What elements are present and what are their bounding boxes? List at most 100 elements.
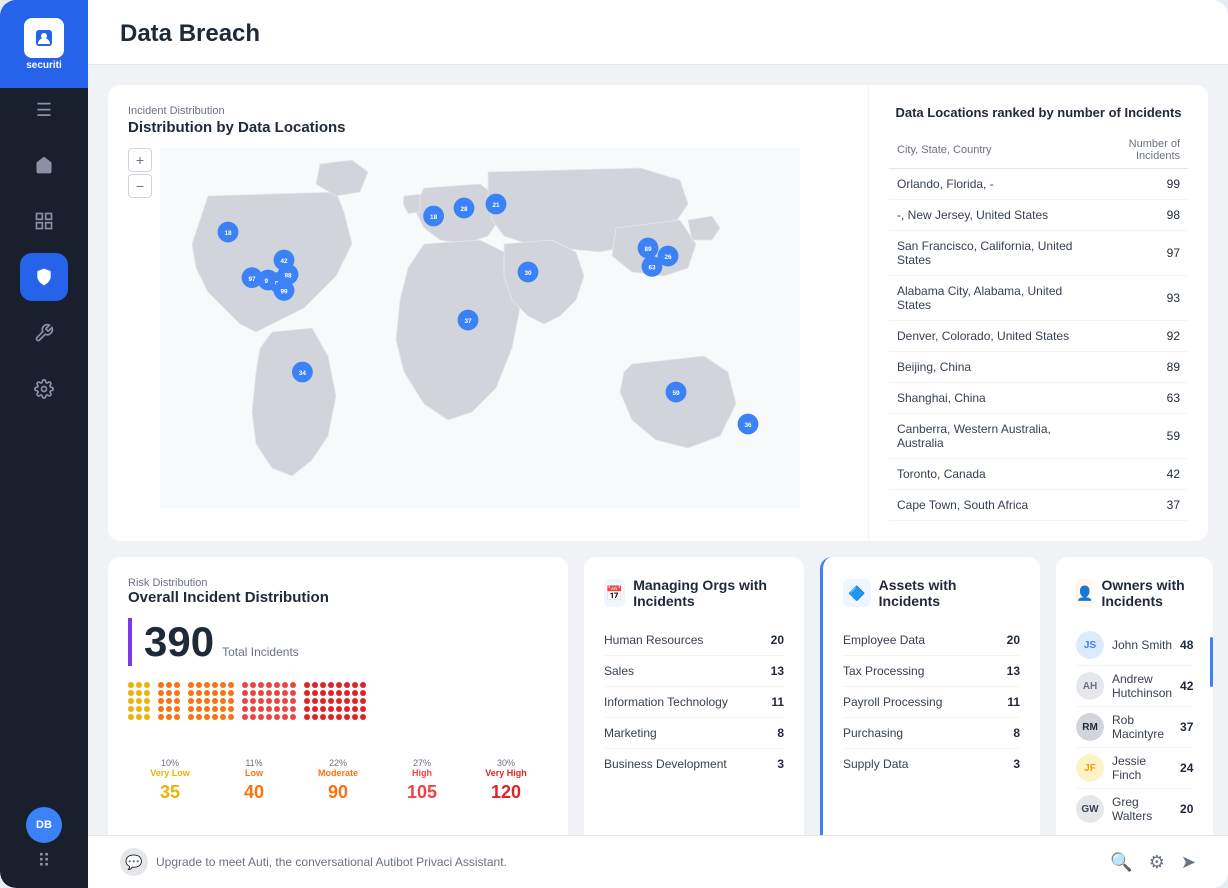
dot <box>158 706 164 712</box>
dot <box>282 714 288 720</box>
dot <box>274 706 280 712</box>
risk-count: 40 <box>212 782 296 803</box>
table-row: Canberra, Western Australia, Australia59 <box>889 414 1188 459</box>
owner-avatar-initials: RM <box>1076 713 1104 741</box>
dot <box>136 690 142 696</box>
user-avatar[interactable]: DB <box>26 807 62 843</box>
org-name: Information Technology <box>604 695 728 709</box>
dot <box>320 690 326 696</box>
svg-text:89: 89 <box>644 246 652 253</box>
share-button[interactable]: ➤ <box>1181 852 1196 873</box>
chat-text: Upgrade to meet Auti, the conversational… <box>156 855 507 869</box>
hamburger-icon[interactable]: ☰ <box>36 100 52 121</box>
dot <box>188 698 194 704</box>
table-row: Beijing, China89 <box>889 352 1188 383</box>
count-cell: 99 <box>1085 169 1188 200</box>
data-locations-section: Data Locations ranked by number of Incid… <box>868 85 1208 541</box>
logo-icon <box>24 18 64 58</box>
dot <box>166 690 172 696</box>
risk-name: Very High <box>464 768 548 778</box>
dot <box>174 682 180 688</box>
dot <box>304 690 310 696</box>
top-row: Incident Distribution Distribution by Da… <box>108 85 1208 541</box>
dot <box>290 706 296 712</box>
dot <box>258 698 264 704</box>
list-item: Business Development3 <box>604 749 784 779</box>
svg-text:99: 99 <box>280 289 288 296</box>
risk-pct: 11% <box>212 758 296 768</box>
map-container: + − <box>128 148 832 508</box>
owner-count: 24 <box>1180 761 1193 775</box>
list-item: Purchasing8 <box>843 718 1020 749</box>
dot <box>166 706 172 712</box>
dot <box>360 706 366 712</box>
risk-name: Low <box>212 768 296 778</box>
list-item: Payroll Processing11 <box>843 687 1020 718</box>
menu-toggle[interactable]: ☰ <box>36 88 52 133</box>
owner-row: AH Andrew Hutchinson 42 <box>1076 666 1193 707</box>
dot <box>228 690 234 696</box>
dot <box>228 682 234 688</box>
search-button[interactable]: 🔍 <box>1110 852 1132 873</box>
count-cell: 59 <box>1085 414 1188 459</box>
table-title: Data Locations ranked by number of Incid… <box>889 105 1188 120</box>
owners-card-icon: 👤 <box>1076 579 1093 607</box>
svg-text:63: 63 <box>648 265 656 272</box>
owners-card-header: 👤 Owners with Incidents <box>1076 577 1193 609</box>
owner-row: JF Jessie Finch 24 <box>1076 748 1193 789</box>
dot <box>352 682 358 688</box>
asset-name: Tax Processing <box>843 664 924 678</box>
risk-pct: 27% <box>380 758 464 768</box>
dot <box>344 706 350 712</box>
location-cell: Alabama City, Alabama, United States <box>889 276 1085 321</box>
dot <box>174 698 180 704</box>
asset-count: 11 <box>1007 695 1020 709</box>
filter-button[interactable]: ⚙ <box>1149 852 1165 873</box>
sidebar-item-breach[interactable] <box>20 253 68 301</box>
dot <box>250 714 256 720</box>
dot <box>204 706 210 712</box>
dot <box>336 698 342 704</box>
location-cell: Denver, Colorado, United States <box>889 321 1085 352</box>
dot <box>144 714 150 720</box>
risk-bar-item: 10% Very Low 35 <box>128 758 212 803</box>
dot <box>212 690 218 696</box>
zoom-in-button[interactable]: + <box>128 148 152 172</box>
count-cell: 42 <box>1085 459 1188 490</box>
zoom-out-button[interactable]: − <box>128 174 152 198</box>
dot <box>196 706 202 712</box>
dot <box>174 706 180 712</box>
grid-dots-icon[interactable]: ⠿ <box>37 851 50 872</box>
sidebar-item-settings[interactable] <box>20 365 68 413</box>
dot <box>320 714 326 720</box>
owner-avatar: RM <box>1076 713 1104 741</box>
sidebar-item-tools[interactable] <box>20 309 68 357</box>
assets-list: Employee Data20Tax Processing13Payroll P… <box>843 625 1020 779</box>
svg-text:37: 37 <box>464 318 472 325</box>
owner-name: John Smith <box>1112 638 1172 652</box>
orgs-card-icon: 📅 <box>604 579 625 607</box>
sidebar-item-home[interactable] <box>20 141 68 189</box>
dot <box>242 682 248 688</box>
owner-count: 42 <box>1180 679 1193 693</box>
dot <box>204 698 210 704</box>
dot <box>144 698 150 704</box>
dot <box>144 706 150 712</box>
sidebar-item-dashboard[interactable] <box>20 197 68 245</box>
owner-avatar-initials: AH <box>1076 672 1104 700</box>
dot <box>158 682 164 688</box>
dot <box>312 698 318 704</box>
dot <box>128 698 134 704</box>
dot <box>258 682 264 688</box>
org-name: Sales <box>604 664 634 678</box>
owners-list: JS John Smith 48 AH Andrew Hutchinson 42… <box>1076 625 1193 829</box>
chat-bubble: 💬 Upgrade to meet Auti, the conversation… <box>120 848 507 876</box>
dot <box>158 714 164 720</box>
svg-text:36: 36 <box>744 422 752 429</box>
bottom-row: Risk Distribution Overall Incident Distr… <box>108 557 1208 835</box>
logo[interactable]: securiti <box>0 0 88 88</box>
logo-label: securiti <box>26 60 62 71</box>
owner-avatar-initials: JS <box>1076 631 1104 659</box>
risk-pct: 30% <box>464 758 548 768</box>
dot <box>128 706 134 712</box>
